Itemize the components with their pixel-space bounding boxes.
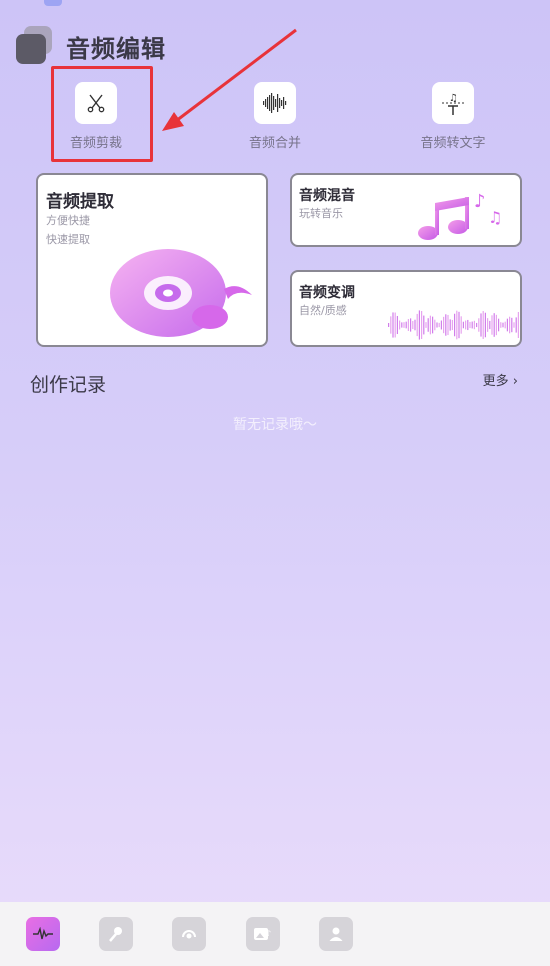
- tab-user[interactable]: [319, 917, 353, 951]
- audio-extract-desc-1: 方便快捷: [46, 214, 90, 227]
- audio-pitch-desc: 自然/质感: [299, 304, 347, 317]
- image-music-icon: ♪: [254, 928, 271, 940]
- audio-extract-card[interactable]: 音频提取 方便快捷 快速提取: [36, 173, 268, 347]
- vinyl-disc-icon: [110, 249, 252, 337]
- user-icon: [329, 927, 343, 941]
- empty-state-text: 暂无记录哦～: [233, 417, 317, 433]
- audio-pitch-title: 音频变调: [299, 285, 355, 301]
- more-link[interactable]: 更多 ›: [483, 370, 518, 389]
- section-title: 创作记录: [30, 374, 107, 396]
- music-notes-icon: ♪ ♫: [418, 191, 502, 240]
- audio-mix-card[interactable]: 音频混音 玩转音乐 ♪ ♫: [290, 173, 522, 247]
- earphone-icon: [182, 930, 196, 939]
- audio-wave-icon: [33, 927, 53, 940]
- svg-text:♫: ♫: [488, 208, 502, 227]
- audio-pitch-card[interactable]: 音频变调 自然/质感: [290, 270, 522, 347]
- waveform-icon: [388, 310, 519, 340]
- tab-microphone[interactable]: [99, 917, 133, 951]
- microphone-icon: [109, 927, 122, 942]
- tab-earphone[interactable]: [172, 917, 206, 951]
- audio-extract-title: 音频提取: [46, 192, 114, 212]
- svg-text:♪: ♪: [474, 191, 486, 212]
- svg-text:♪: ♪: [266, 929, 271, 938]
- bottom-tab-bar: ♪: [0, 902, 550, 966]
- tab-image-music[interactable]: ♪: [246, 917, 280, 951]
- audio-mix-title: 音频混音: [299, 188, 355, 204]
- more-label: 更多: [482, 374, 509, 389]
- tab-audio-edit[interactable]: [26, 917, 60, 951]
- chevron-right-icon: ›: [508, 374, 518, 389]
- audio-mix-desc: 玩转音乐: [299, 207, 343, 220]
- audio-extract-desc-2: 快速提取: [46, 233, 90, 246]
